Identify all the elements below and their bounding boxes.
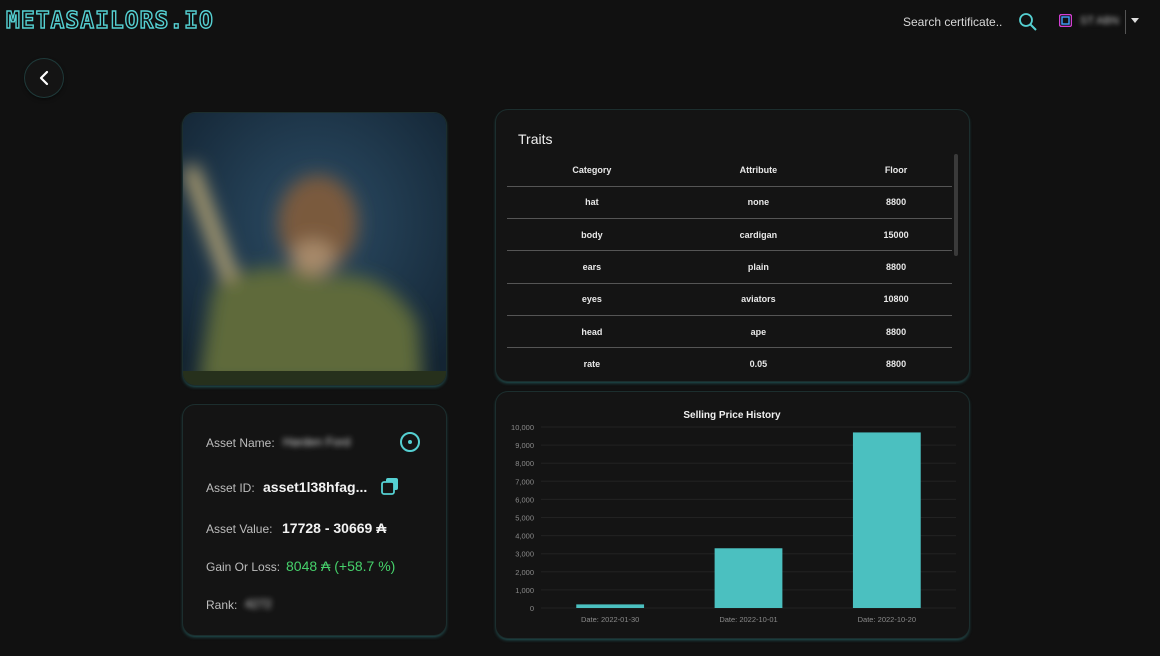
table-row: body cardigan 15000 (507, 218, 952, 251)
rank-label: Rank: (206, 598, 238, 612)
traits-card: Traits Category Attribute Floor hat none 8… (496, 110, 969, 381)
price-history-chart: Selling Price History 0 1,000 2,000 3,000 4,0… (511, 410, 956, 624)
gain-loss-value: 8048 ₳ (+58.7 %) (286, 558, 396, 574)
chart-title: Selling Price History (683, 410, 781, 421)
top-bar: METASAILORS.IO Search certificate.. ST A… (0, 0, 1160, 44)
site-logo[interactable]: METASAILORS.IO (5, 7, 214, 34)
trait-attribute: ape (750, 326, 767, 337)
back-button[interactable] (25, 59, 63, 97)
y-tick-label: 2,000 (515, 568, 534, 577)
y-tick-label: 0 (530, 604, 534, 613)
asset-id-label: Asset ID: (206, 481, 255, 495)
column-header-floor[interactable]: Floor (840, 154, 952, 186)
chart-bar[interactable] (714, 548, 783, 608)
copy-icon[interactable] (381, 477, 399, 495)
trait-floor: 8800 (886, 261, 907, 272)
trait-category: eyes (581, 294, 602, 305)
trait-floor: 8800 (886, 359, 907, 370)
y-tick-label: 10,000 (511, 423, 534, 432)
trait-attribute: plain (747, 261, 769, 272)
chart-bar[interactable] (852, 432, 921, 608)
trait-floor: 8800 (886, 326, 907, 337)
traits-table: Category Attribute Floor hat none 8800 body… (507, 154, 952, 380)
wallet-name[interactable]: ST ABN (1080, 15, 1119, 27)
x-tick-label: Date: 2022-10-20 (858, 615, 916, 624)
y-tick-label: 8,000 (515, 459, 534, 468)
asset-id-value: asset1l38hfag... (263, 479, 368, 495)
traits-title: Traits (518, 131, 553, 147)
column-header-attribute[interactable]: Attribute (677, 154, 840, 186)
asset-image-card (183, 113, 446, 385)
trait-category: head (581, 326, 603, 337)
target-icon[interactable] (399, 431, 421, 453)
header-divider (1125, 10, 1126, 34)
y-tick-label: 7,000 (515, 477, 534, 486)
asset-name-label: Asset Name: (206, 436, 275, 450)
table-scrollbar[interactable] (954, 154, 958, 256)
table-row: rate 0.05 8800 (507, 348, 952, 380)
y-tick-label: 5,000 (515, 514, 534, 523)
table-row: ears plain 8800 (507, 251, 952, 284)
column-header-category[interactable]: Category (507, 154, 677, 186)
trait-category: rate (583, 359, 601, 370)
asset-value-label: Asset Value: (206, 522, 273, 536)
search-input[interactable]: Search certificate.. (903, 15, 1002, 29)
y-tick-label: 6,000 (515, 495, 534, 504)
trait-attribute: cardigan (739, 229, 778, 240)
rank-value: 4272 (245, 597, 272, 611)
trait-category: hat (585, 197, 599, 208)
trait-category: body (581, 229, 603, 240)
trait-floor: 8800 (886, 197, 907, 208)
trait-category: ears (582, 261, 602, 272)
wallet-icon[interactable] (1059, 14, 1072, 27)
table-row: hat none 8800 (507, 186, 952, 219)
table-row: head ape 8800 (507, 316, 952, 348)
trait-attribute: 0.05 (749, 359, 768, 370)
trait-attribute: aviators (741, 294, 776, 305)
x-tick-label: Date: 2022-01-30 (581, 615, 639, 624)
y-tick-label: 9,000 (515, 441, 534, 450)
chevron-left-icon (39, 70, 49, 86)
table-row: eyes aviators 10800 (507, 283, 952, 316)
search-icon[interactable] (1018, 12, 1038, 32)
asset-info-card: Asset Name: Harden Ford Asset ID: asset1… (183, 405, 446, 635)
asset-image (183, 113, 446, 385)
x-tick-label: Date: 2022-10-01 (719, 615, 777, 624)
trait-floor: 10800 (883, 294, 909, 305)
y-tick-label: 4,000 (515, 532, 534, 541)
asset-name-value: Harden Ford (283, 435, 351, 449)
gain-loss-label: Gain Or Loss: (206, 560, 281, 574)
asset-value-value: 17728 - 30669 ₳ (282, 520, 387, 536)
trait-attribute: none (747, 197, 770, 208)
chart-bar[interactable] (576, 604, 645, 608)
y-tick-label: 3,000 (515, 550, 534, 559)
y-tick-label: 1,000 (515, 586, 534, 595)
chevron-down-icon[interactable] (1131, 18, 1139, 23)
price-history-card: Selling Price History 0 1,000 2,000 3,000 4,0… (496, 392, 969, 638)
trait-floor: 15000 (883, 229, 909, 240)
